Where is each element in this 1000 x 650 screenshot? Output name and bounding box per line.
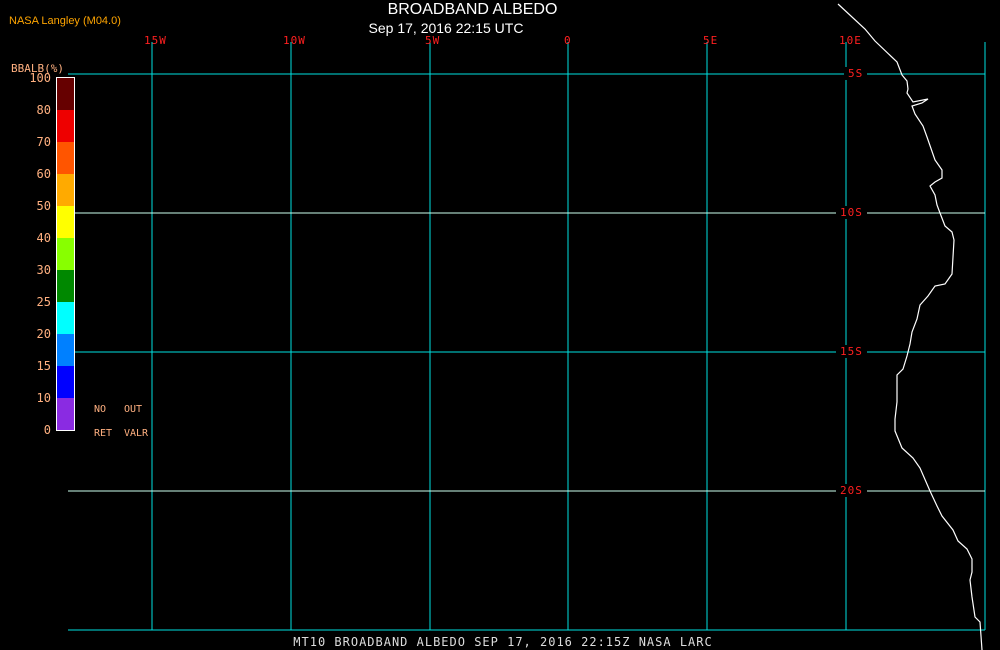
colorbar-segment — [57, 110, 74, 142]
footer-caption: MT10 BROADBAND ALBEDO SEP 17, 2016 22:15… — [293, 635, 713, 649]
colorbar-segment — [57, 302, 74, 334]
colorbar-note: OUT — [124, 404, 143, 415]
colorbar-tick-label: 100 — [29, 71, 51, 85]
colorbar-segment — [57, 270, 74, 302]
colorbar-segment — [57, 238, 74, 270]
colorbar-tick-label: 15 — [36, 359, 51, 373]
coastline — [837, 3, 983, 650]
colorbar-tick-label: 0 — [43, 423, 51, 437]
lat-label: 20S — [836, 484, 867, 497]
colorbar-segment — [57, 334, 74, 366]
colorbar-segment — [57, 174, 74, 206]
colorbar-tick-label: 50 — [36, 199, 51, 213]
lon-label: 5W — [425, 34, 441, 47]
map-title: BROADBAND ALBEDO — [387, 1, 558, 18]
colorbar-note: RET — [94, 428, 113, 439]
lon-label: 5E — [703, 34, 719, 47]
colorbar-tick-label: 25 — [36, 295, 51, 309]
colorbar-tick-label: 10 — [36, 391, 51, 405]
colorbar-tick-label: 20 — [36, 327, 51, 341]
colorbar-tick-label: 40 — [36, 231, 51, 245]
colorbar-note: NO — [94, 404, 107, 415]
colorbar-segment — [57, 142, 74, 174]
colorbar-segment — [57, 366, 74, 398]
colorbar-tick-label: 60 — [36, 167, 51, 181]
credit-label: NASA Langley (M04.0) — [9, 15, 121, 27]
lon-label: 15W — [144, 34, 167, 47]
colorbar-tick-label: 30 — [36, 263, 51, 277]
lat-label: 10S — [836, 206, 867, 219]
colorbar-tick-label: 70 — [36, 135, 51, 149]
lon-label: 10W — [283, 34, 306, 47]
lon-label: 10E — [839, 34, 862, 47]
lat-label: 5S — [844, 67, 868, 80]
map-canvas — [56, 3, 986, 650]
colorbar-segment — [57, 78, 74, 110]
colorbar-segment — [57, 206, 74, 238]
map-view: BROADBAND ALBEDO Sep 17, 2016 22:15 UTC … — [0, 0, 1000, 650]
colorbar-tick-label: 80 — [36, 103, 51, 117]
lon-label: 0 — [564, 34, 572, 47]
colorbar-note: VALR — [124, 428, 149, 439]
lat-label: 15S — [836, 345, 867, 358]
colorbar-segment — [57, 398, 74, 430]
map-subtitle: Sep 17, 2016 22:15 UTC — [368, 20, 524, 36]
